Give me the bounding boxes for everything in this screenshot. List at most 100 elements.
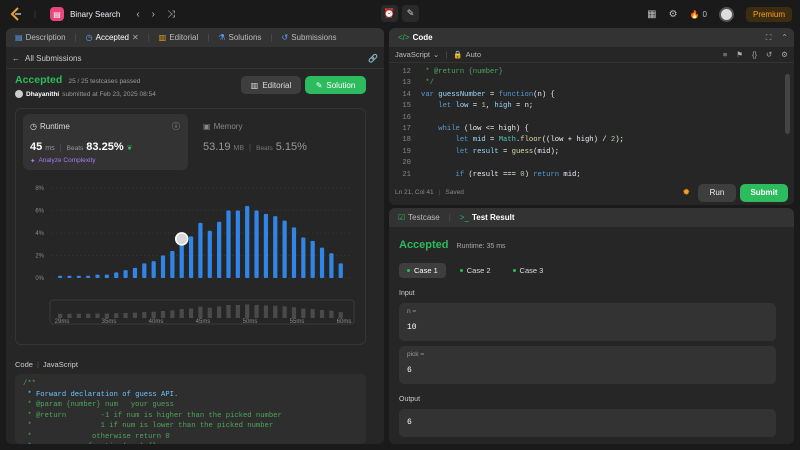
username[interactable]: Dhayanithi xyxy=(26,91,59,98)
user-avatar[interactable] xyxy=(15,90,23,98)
chart-bar xyxy=(132,267,138,278)
editorial-button[interactable]: ▥ Editorial xyxy=(241,76,301,94)
runtime-card[interactable]: ◷ Runtime ⓘ 45 ms | Beats 83.25% ❦ ✦ Analy… xyxy=(23,114,188,170)
case-tab-2[interactable]: Case 2 xyxy=(452,263,499,278)
shuffle-icon[interactable]: ⤨ xyxy=(167,9,175,20)
overview-bar xyxy=(282,306,287,318)
case-tab-3[interactable]: Case 3 xyxy=(505,263,552,278)
memory-values: 53.19 MB | Beats 5.15% xyxy=(203,141,307,153)
runtime-label-row: ◷ Runtime xyxy=(30,122,70,131)
all-submissions-link[interactable]: ← All Submissions xyxy=(12,54,81,63)
runtime-value: 45 xyxy=(30,141,43,153)
code-line: let result = guess(mid); xyxy=(421,147,624,158)
tab-code[interactable]: </> Code xyxy=(395,33,436,42)
code-token: return xyxy=(533,170,560,177)
line-number: 16 xyxy=(402,113,411,122)
case-tab-1[interactable]: Case 1 xyxy=(399,263,446,278)
output-box[interactable]: 6 xyxy=(399,409,776,437)
runtime-distribution-chart[interactable]: 8% 6% 4% 2% 0% 29ms 35ms 40ms 45ms 50ms 55ms 60ms xyxy=(20,184,360,344)
chart-bar xyxy=(198,222,203,278)
avatar[interactable] xyxy=(718,6,734,22)
input-pick-box[interactable]: pick = 6 xyxy=(399,346,776,384)
run-button[interactable]: Run xyxy=(698,183,736,202)
premium-button[interactable]: Premium xyxy=(745,6,792,22)
chart-bar xyxy=(86,275,91,278)
analyze-complexity-link[interactable]: ✦ Analyze Complexity xyxy=(30,157,96,165)
status-accepted: Accepted xyxy=(15,74,63,86)
left-tab-bar: ▤ Description | ◷ Accepted ✕ | ▥ Editorial |… xyxy=(6,28,384,47)
timer-icon[interactable]: ⏰ xyxy=(381,5,398,22)
lock-icon: 🔒 xyxy=(453,50,463,59)
grid-icon[interactable]: ▦ xyxy=(647,9,656,20)
close-icon[interactable]: ✕ xyxy=(132,33,139,42)
problem-title[interactable]: Binary Search xyxy=(70,10,120,19)
tab-testcase[interactable]: ☑ Testcase xyxy=(395,213,443,222)
maximize-icon[interactable]: ⛶ xyxy=(766,33,772,43)
code-token: (mid); xyxy=(533,147,560,156)
chart-bar xyxy=(245,206,250,278)
overview-bar xyxy=(123,312,128,318)
tab-submissions[interactable]: ↺ Submissions xyxy=(279,33,340,42)
chart-bar xyxy=(338,263,343,278)
tab-accepted[interactable]: ◷ Accepted ✕ xyxy=(83,33,142,42)
overview-bar xyxy=(95,313,100,318)
chart-bar xyxy=(235,210,240,278)
solution-button[interactable]: ✎ Solution xyxy=(305,76,366,94)
editor-code[interactable]: * @return {number} */ var guessNumber = f… xyxy=(421,67,624,177)
notes-icon[interactable]: ✎ xyxy=(402,5,419,22)
line-number: 18 xyxy=(402,136,411,145)
overview-bar xyxy=(207,307,212,318)
chart-bar xyxy=(319,247,325,278)
next-problem-icon[interactable]: › xyxy=(152,9,155,20)
code-area[interactable]: 1213141516171819202122 * @return {number… xyxy=(389,64,794,177)
submitted-code-block[interactable]: /** * Forward declaration of guess API. … xyxy=(15,374,366,444)
memory-card[interactable]: ▣ Memory 53.19 MB | Beats 5.15% xyxy=(201,114,361,170)
overview-bar xyxy=(114,313,119,318)
format-icon[interactable]: ≡ xyxy=(723,50,727,59)
chart-bar xyxy=(207,230,212,278)
problem-list-icon[interactable]: ▤ xyxy=(50,7,65,21)
pass-dot xyxy=(512,269,516,272)
gear-icon[interactable]: ⚙ xyxy=(669,9,678,20)
separator: | xyxy=(249,143,252,152)
braces-icon[interactable]: {} xyxy=(752,50,757,59)
link-icon[interactable]: 🔗 xyxy=(368,54,378,63)
auto-mode[interactable]: 🔒 Auto xyxy=(453,50,481,59)
submit-button[interactable]: Submit xyxy=(740,183,788,202)
tab-solutions[interactable]: ⚗ Solutions xyxy=(215,33,264,42)
line-number: 13 xyxy=(402,79,411,88)
bookmark-icon[interactable]: ⚑ xyxy=(736,50,743,59)
code-token: = xyxy=(485,136,499,145)
debug-icon[interactable]: ✹ xyxy=(682,187,690,198)
y-tick-label: 6% xyxy=(35,209,44,215)
tab-test-result[interactable]: >_ Test Result xyxy=(457,213,518,222)
info-icon[interactable]: ⓘ xyxy=(172,121,180,132)
chart-bar xyxy=(273,216,278,278)
chart-bar xyxy=(179,240,184,278)
line-number: 19 xyxy=(402,147,411,156)
language-select[interactable]: JavaScript ⌄ xyxy=(395,50,439,59)
input-n-box[interactable]: n = 10 xyxy=(399,303,776,341)
leetcode-logo-icon[interactable] xyxy=(8,6,24,22)
code-line: * Forward declaration of guess API. xyxy=(23,390,179,399)
top-bar: | ▤ Binary Search ‹ › ⤨ ⏰ ✎ ▦ ⚙ 🔥 0 Prem… xyxy=(0,0,800,28)
prev-problem-icon[interactable]: ‹ xyxy=(136,9,139,20)
code-token: let xyxy=(455,147,473,156)
code-token: * @return {number} xyxy=(421,68,503,76)
overview-bar xyxy=(263,305,269,318)
scrollbar[interactable] xyxy=(785,74,790,134)
code-line: /** xyxy=(23,380,36,388)
overview-bar xyxy=(132,312,138,318)
chart-bar xyxy=(58,275,63,278)
x-tick-label: 35ms xyxy=(102,319,117,325)
tab-editorial[interactable]: ▥ Editorial xyxy=(156,33,201,42)
tab-description[interactable]: ▤ Description xyxy=(12,33,69,42)
settings-icon[interactable]: ⚙ xyxy=(781,50,788,59)
collapse-icon[interactable]: ⌃ xyxy=(781,33,788,43)
code-token: high xyxy=(494,102,512,111)
streak[interactable]: 🔥 0 xyxy=(690,10,707,19)
chart-bar xyxy=(67,275,72,278)
reset-icon[interactable]: ↺ xyxy=(766,50,772,59)
